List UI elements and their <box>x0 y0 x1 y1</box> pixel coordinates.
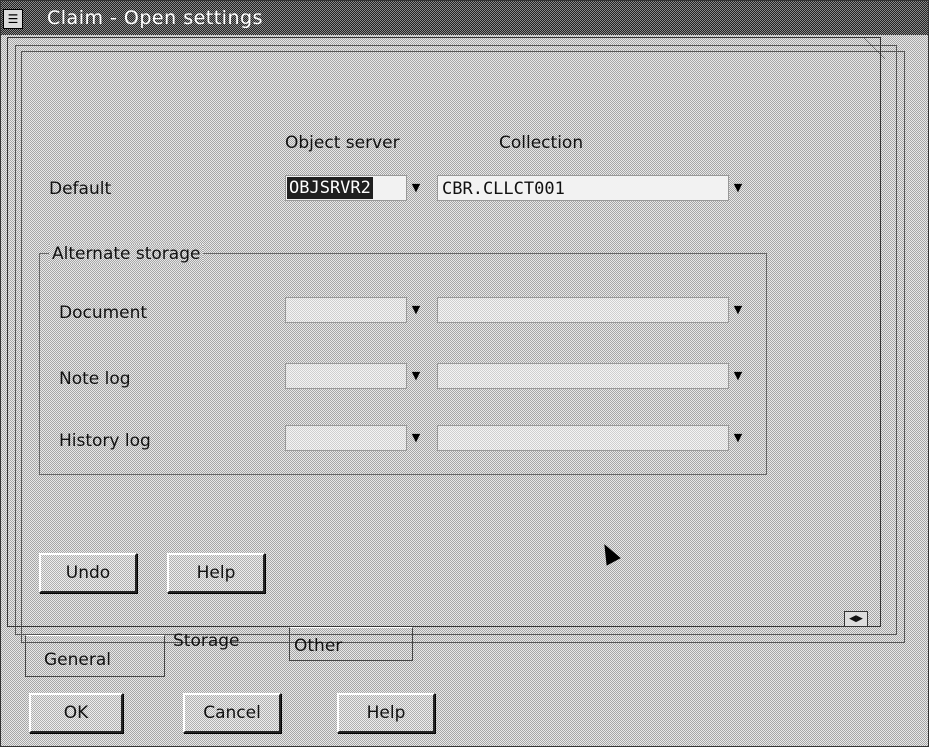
tab-storage-label: Storage <box>173 631 240 651</box>
tab-other[interactable]: Other <box>289 627 413 661</box>
history-log-object-server-field[interactable] <box>285 425 407 451</box>
document-label: Document <box>59 303 148 323</box>
title-bar[interactable]: ☰ Claim - Open settings <box>1 1 928 35</box>
dialog-help-button-label: Help <box>366 703 406 723</box>
history-log-label: History log <box>59 431 151 451</box>
tab-general[interactable]: General <box>25 635 165 677</box>
note-log-label: Note log <box>59 369 131 389</box>
tab-general-label: General <box>44 650 111 670</box>
default-label: Default <box>49 179 112 199</box>
default-object-server-field[interactable]: OBJSRVR2 <box>285 175 407 201</box>
ok-button-label: OK <box>63 703 89 723</box>
document-collection-dropdown-icon[interactable]: ▼ <box>729 297 747 323</box>
note-log-object-server-dropdown-icon[interactable]: ▼ <box>407 363 425 389</box>
document-object-server-field[interactable] <box>285 297 407 323</box>
window-title: Claim - Open settings <box>47 7 263 29</box>
default-collection-dropdown-icon[interactable]: ▼ <box>729 175 747 201</box>
note-log-collection-dropdown-icon[interactable]: ▼ <box>729 363 747 389</box>
page-help-button[interactable]: Help <box>167 553 265 593</box>
default-object-server-dropdown-icon[interactable]: ▼ <box>407 175 425 201</box>
collection-header: Collection <box>499 133 584 153</box>
page-corner <box>863 37 885 59</box>
alternate-storage-label: Alternate storage <box>49 244 204 264</box>
settings-window: ☰ Claim - Open settings Object server Co… <box>0 0 929 747</box>
system-menu-icon[interactable]: ☰ <box>3 9 23 29</box>
undo-button-label: Undo <box>65 563 111 583</box>
document-collection-field[interactable] <box>437 297 729 323</box>
tab-storage[interactable]: Storage <box>167 625 287 661</box>
cancel-button[interactable]: Cancel <box>183 693 281 733</box>
undo-button[interactable]: Undo <box>39 553 137 593</box>
note-log-collection-field[interactable] <box>437 363 729 389</box>
dialog-help-button[interactable]: Help <box>337 693 435 733</box>
ok-button[interactable]: OK <box>29 693 123 733</box>
document-object-server-dropdown-icon[interactable]: ▼ <box>407 297 425 323</box>
default-collection-value: CBR.CLLCT001 <box>442 179 565 199</box>
note-log-object-server-field[interactable] <box>285 363 407 389</box>
history-log-collection-field[interactable] <box>437 425 729 451</box>
default-collection-field[interactable]: CBR.CLLCT001 <box>437 175 729 201</box>
history-log-object-server-dropdown-icon[interactable]: ▼ <box>407 425 425 451</box>
tab-other-label: Other <box>294 636 343 656</box>
object-server-header: Object server <box>285 133 400 153</box>
page-arrows-icon[interactable]: ◀▶ <box>844 611 868 627</box>
history-log-collection-dropdown-icon[interactable]: ▼ <box>729 425 747 451</box>
page-help-button-label: Help <box>196 563 236 583</box>
default-object-server-value: OBJSRVR2 <box>287 177 373 199</box>
cancel-button-label: Cancel <box>203 703 261 723</box>
